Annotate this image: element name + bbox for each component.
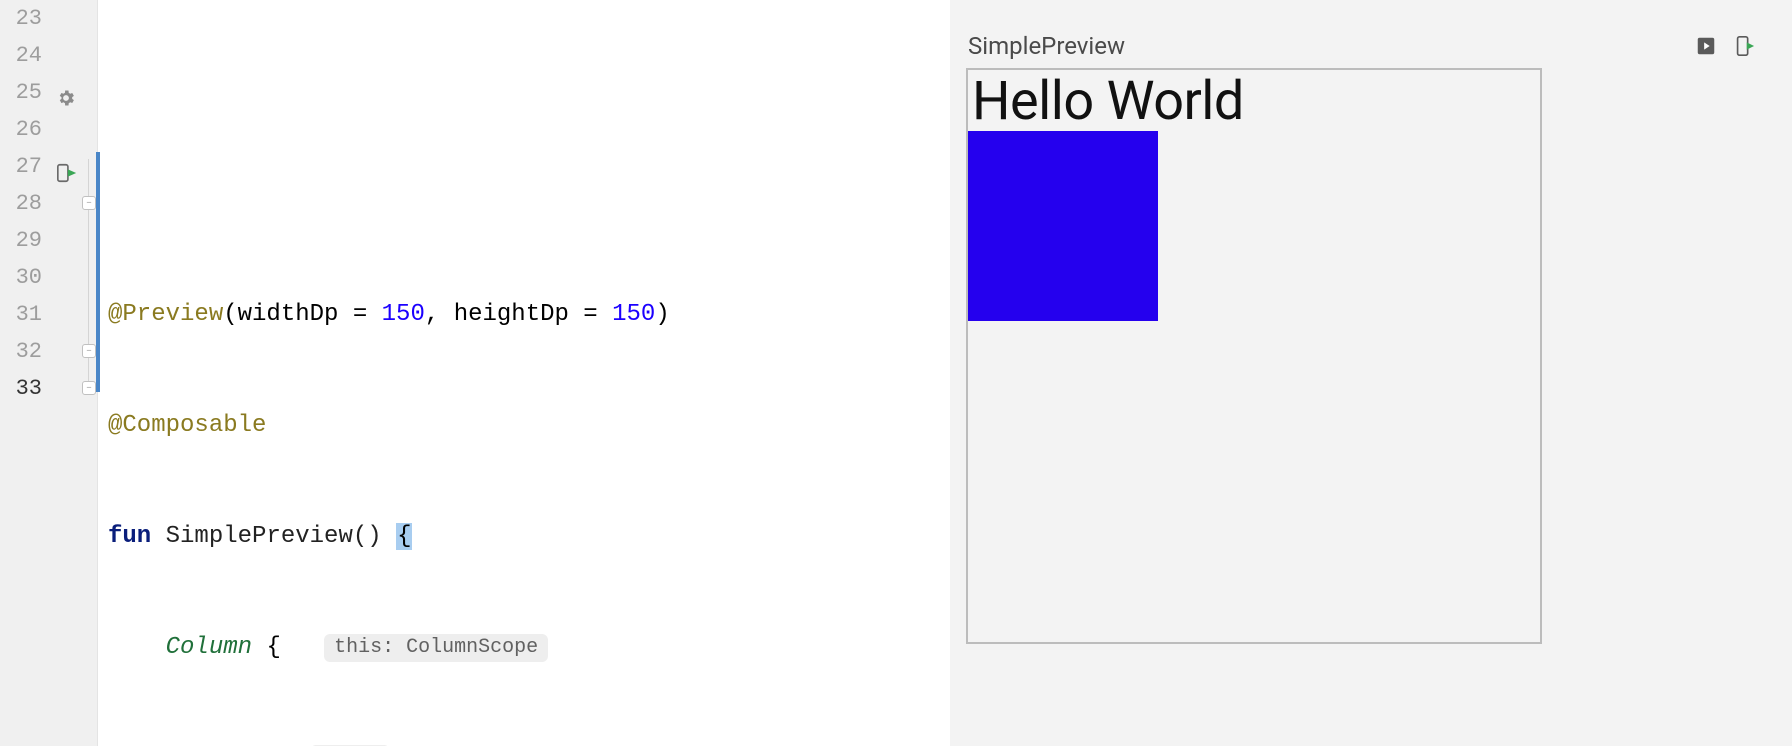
paren-token: ) bbox=[655, 301, 669, 328]
number-token: 150 bbox=[382, 301, 425, 328]
preview-frame[interactable]: Hello World bbox=[966, 68, 1542, 644]
compose-preview-pane: SimplePreview Hello World bbox=[950, 0, 1792, 746]
code-line[interactable]: @Preview(widthDp = 150, heightDp = 150) bbox=[108, 296, 950, 333]
fold-toggle[interactable]: – bbox=[82, 381, 96, 395]
line-number[interactable]: 23 bbox=[0, 0, 50, 37]
interactive-preview-button[interactable] bbox=[1694, 34, 1718, 58]
preview-blue-box bbox=[968, 131, 1158, 321]
line-number[interactable]: 32 bbox=[0, 333, 50, 370]
sep-token: , bbox=[425, 301, 454, 328]
run-gutter-icon[interactable] bbox=[56, 162, 76, 182]
code-line[interactable]: Text( text: "Hello World") bbox=[108, 740, 950, 746]
paren-token: ( bbox=[223, 301, 237, 328]
deploy-preview-button[interactable] bbox=[1732, 34, 1756, 58]
line-number[interactable]: 24 bbox=[0, 37, 50, 74]
line-number[interactable]: 25 bbox=[0, 74, 50, 111]
preview-header: SimplePreview bbox=[966, 32, 1762, 68]
line-number[interactable]: 31 bbox=[0, 296, 50, 333]
gutter-icon-column: – – – bbox=[50, 0, 98, 746]
call-token: Column bbox=[166, 634, 252, 661]
line-number[interactable]: 27 bbox=[0, 148, 50, 185]
preview-text-hello-world: Hello World bbox=[968, 70, 1540, 131]
code-line[interactable] bbox=[108, 74, 950, 111]
code-editor-pane: 23 24 25 26 27 28 29 30 31 32 33 bbox=[0, 0, 950, 746]
line-number-gutter[interactable]: 23 24 25 26 27 28 29 30 31 32 33 bbox=[0, 0, 50, 746]
run-play-icon bbox=[56, 162, 78, 184]
code-line[interactable]: fun SimplePreview() { bbox=[108, 518, 950, 555]
keyword-token: fun bbox=[108, 523, 151, 550]
code-line[interactable] bbox=[108, 185, 950, 222]
fold-toggle[interactable]: – bbox=[82, 344, 96, 358]
inlay-hint: this: ColumnScope bbox=[324, 634, 548, 662]
preview-title: SimplePreview bbox=[968, 32, 1125, 60]
line-number[interactable]: 26 bbox=[0, 111, 50, 148]
code-area[interactable]: @Preview(widthDp = 150, heightDp = 150) … bbox=[98, 0, 950, 746]
line-number[interactable]: 28 bbox=[0, 185, 50, 222]
preview-actions bbox=[1694, 34, 1756, 58]
number-token: 150 bbox=[612, 301, 655, 328]
code-line[interactable]: Column { this: ColumnScope bbox=[108, 629, 950, 666]
code-line[interactable]: @Composable bbox=[108, 407, 950, 444]
annotation-token: @Composable bbox=[108, 412, 266, 439]
gear-icon bbox=[56, 88, 76, 108]
brace-token: { bbox=[266, 634, 280, 661]
settings-gutter-icon[interactable] bbox=[56, 88, 76, 108]
param-token: heightDp = bbox=[454, 301, 612, 328]
interactive-preview-icon bbox=[1695, 35, 1717, 57]
ide-split-view: 23 24 25 26 27 28 29 30 31 32 33 bbox=[0, 0, 1792, 746]
line-number[interactable]: 29 bbox=[0, 222, 50, 259]
annotation-token: @Preview bbox=[108, 301, 223, 328]
identifier-token: SimplePreview() bbox=[166, 523, 396, 550]
param-token: widthDp = bbox=[238, 301, 382, 328]
line-number[interactable]: 30 bbox=[0, 259, 50, 296]
brace-match-highlight: { bbox=[396, 523, 412, 550]
fold-toggle[interactable]: – bbox=[82, 196, 96, 210]
deploy-preview-icon bbox=[1733, 35, 1755, 57]
line-number[interactable]: 33 bbox=[0, 370, 50, 407]
